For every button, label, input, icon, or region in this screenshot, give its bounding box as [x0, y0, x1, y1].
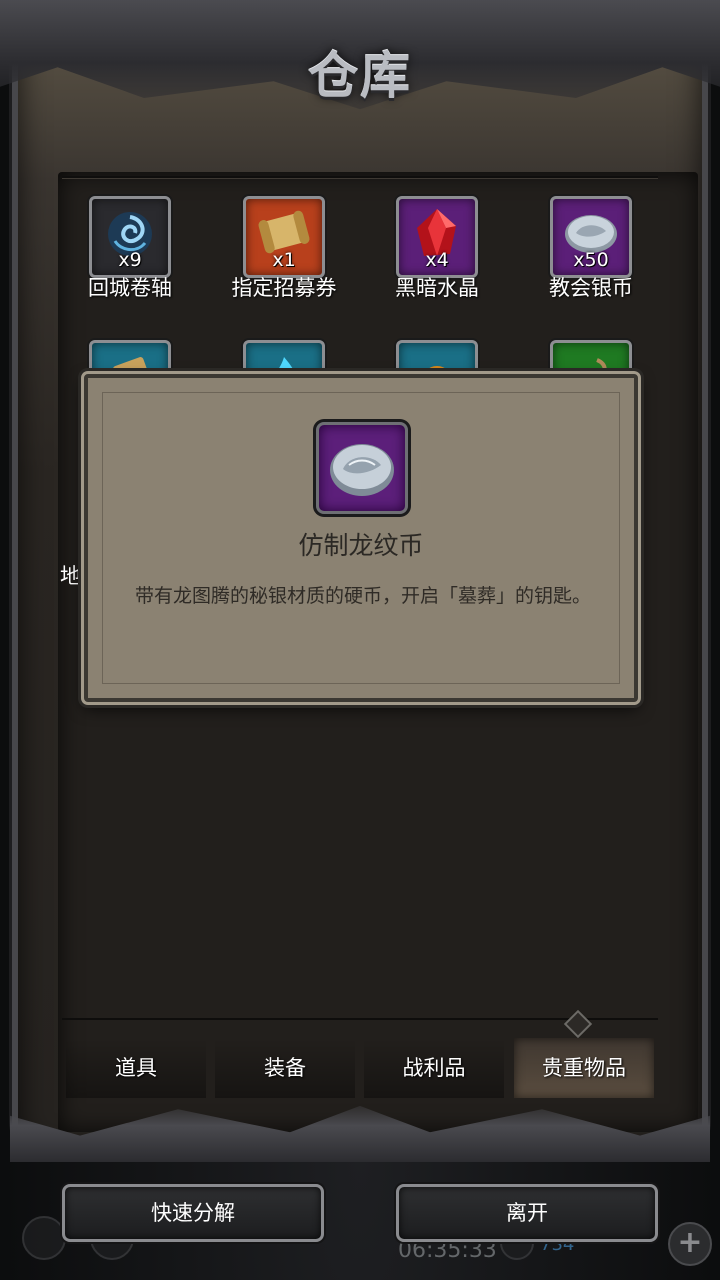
category-tab-bar: 道具 装备 战利品 贵重物品 — [62, 1018, 658, 1110]
item-count: x50 — [573, 249, 609, 271]
item-name: 黑暗水晶 — [395, 276, 479, 300]
dragon-coin-icon — [330, 444, 394, 496]
item-slot-church-silver-coin[interactable]: x50 — [550, 196, 632, 278]
page-title: 仓库 — [308, 46, 412, 105]
popup-item-name: 仿制龙纹币 — [298, 531, 424, 560]
tab-loot[interactable]: 战利品 — [364, 1038, 504, 1098]
popup-item-description: 带有龙图腾的秘银材质的硬币，开启「墓葬」的钥匙。 — [134, 585, 591, 607]
item-count: x4 — [425, 249, 449, 271]
top-divider — [62, 176, 658, 178]
tab-valuables[interactable]: 贵重物品 — [514, 1038, 654, 1098]
hud-gear-icon[interactable] — [22, 1216, 66, 1260]
partial-item-name: 地 — [60, 564, 81, 588]
tab-equipment[interactable]: 装备 — [215, 1038, 355, 1098]
tab-items[interactable]: 道具 — [66, 1038, 206, 1098]
item-slot-return-scroll[interactable]: x9 — [89, 196, 171, 278]
item-slot-dark-crystal[interactable]: x4 — [396, 196, 478, 278]
leave-button[interactable]: 离开 — [396, 1184, 658, 1242]
popup-item-slot — [316, 422, 408, 514]
item-count: x1 — [272, 249, 296, 271]
plus-button[interactable]: + — [668, 1222, 712, 1266]
item-detail-popup[interactable]: 仿制龙纹币 带有龙图腾的秘银材质的硬币，开启「墓葬」的钥匙。 — [84, 374, 638, 702]
item-name: 指定招募券 — [231, 276, 337, 300]
item-name: 教会银币 — [549, 276, 633, 300]
item-slot-recruit-ticket[interactable]: x1 — [243, 196, 325, 278]
item-count: x9 — [118, 249, 142, 271]
item-name: 回城卷轴 — [88, 276, 172, 300]
quick-decompose-button[interactable]: 快速分解 — [62, 1184, 324, 1242]
